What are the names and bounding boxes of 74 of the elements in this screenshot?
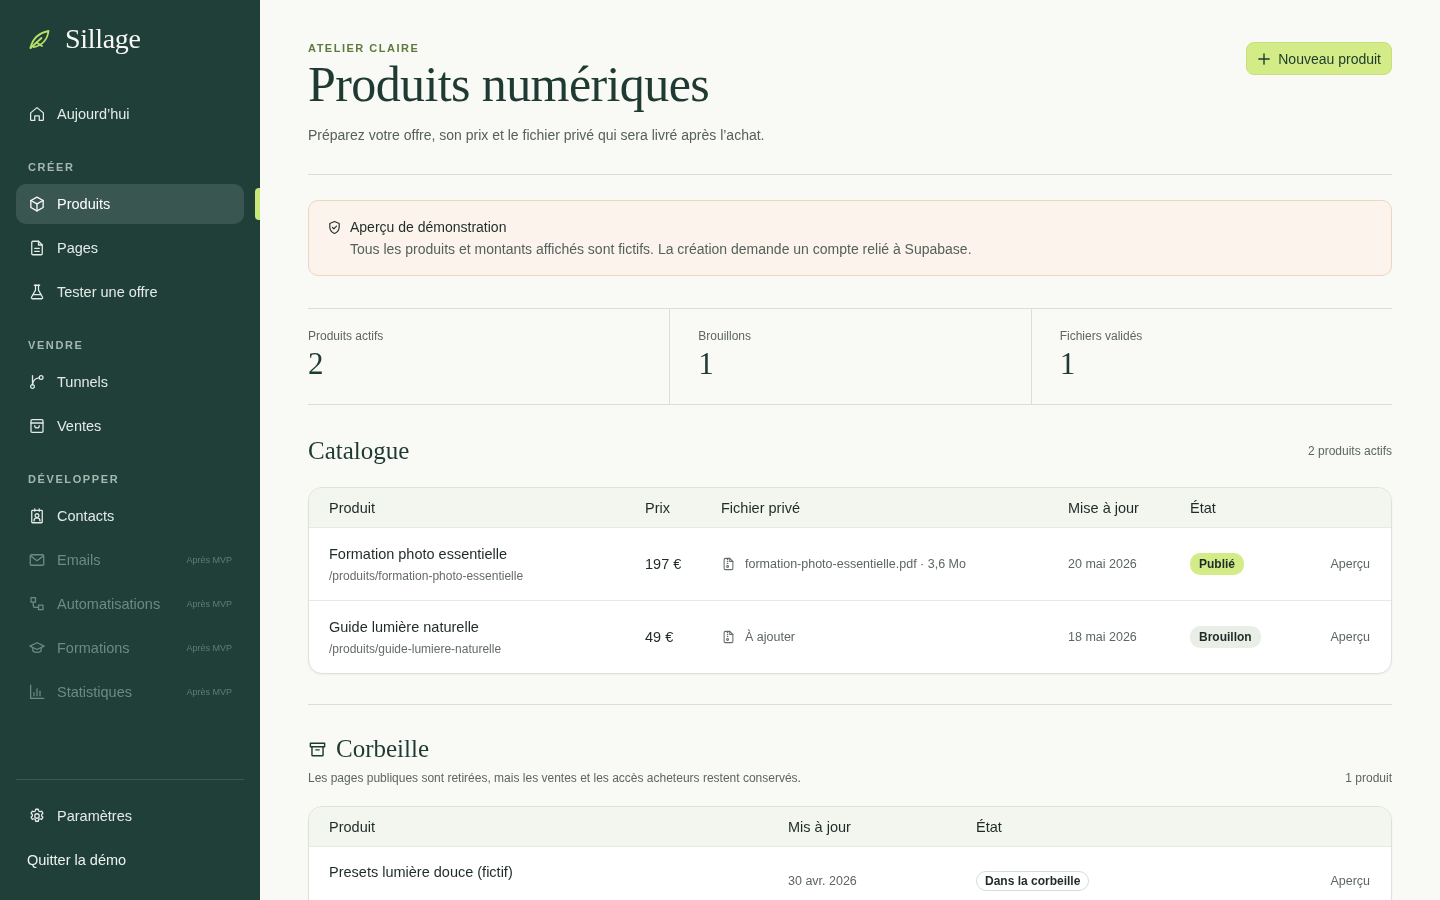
product-name: Formation photo essentielle (329, 544, 509, 564)
price: 197 € (645, 556, 683, 572)
update-date: 18 mai 2026 (1068, 629, 1138, 645)
brand-name: Sillage (65, 23, 141, 55)
archive-icon (308, 739, 327, 759)
bag-icon (28, 417, 46, 435)
column-header: Produit (329, 499, 376, 516)
envelope-icon (28, 551, 46, 569)
plus-icon (1258, 52, 1271, 65)
column-header: État (976, 818, 1003, 835)
contact-card-icon (28, 507, 46, 525)
update-date: 20 mai 2026 (1068, 556, 1138, 572)
status-badge: Publié (1190, 553, 1244, 575)
stat-value: 1 (1059, 346, 1077, 382)
column-header: Mise à jour (1068, 499, 1140, 516)
page-title: Produits numériques (308, 58, 711, 110)
column-header: Mis à jour (788, 818, 852, 835)
section-count: 1 produit (1345, 771, 1392, 785)
preview-link[interactable]: Aperçu (1330, 630, 1370, 644)
column-header: État (1190, 499, 1217, 516)
workspace-label: ATELIER CLAIRE (308, 41, 421, 55)
zip-file-icon (721, 556, 736, 572)
stat-label: Brouillons (698, 328, 753, 344)
status-badge: Dans la corbeille (976, 871, 1090, 891)
stat-value: 1 (698, 346, 715, 382)
product-path: /produits/guide-lumiere-naturelle (329, 640, 503, 658)
column-header: Fichier privé (721, 499, 801, 516)
nav-item[interactable]: Pages (16, 228, 244, 268)
nav-item[interactable]: Paramètres (16, 796, 244, 836)
nav-section-label: VENDRE (27, 338, 85, 353)
section-title: Corbeille (336, 734, 430, 764)
document-icon (28, 239, 46, 257)
stat-label: Produits actifs (308, 328, 385, 344)
nav-section-label: CRÉER (27, 160, 76, 175)
product-name: Guide lumière naturelle (329, 617, 480, 637)
settings-icon (28, 807, 46, 825)
column-header: Prix (645, 499, 671, 516)
nav-item[interactable]: Contacts (16, 496, 244, 536)
zip-file-icon (721, 629, 736, 645)
nav-section-label: DÉVELOPPER (27, 472, 121, 487)
nav-item[interactable]: Tester une offre (16, 272, 244, 312)
product-name: Presets lumière douce (fictif) (329, 863, 514, 882)
home-icon (28, 105, 46, 123)
new-product-button[interactable]: Nouveau produit (1246, 42, 1392, 75)
bar-chart-icon (28, 683, 46, 701)
stat-label: Fichiers validés (1059, 328, 1144, 344)
file-name: formation-photo-essentielle.pdf · 3,6 Mo (745, 557, 966, 571)
status-badge: Brouillon (1190, 626, 1261, 648)
section-count: 2 produits actifs (1307, 444, 1392, 458)
nav-item[interactable]: Produits (16, 184, 244, 224)
nav-item[interactable]: Tunnels (16, 362, 244, 402)
product-path: /produits/formation-photo-essentielle (329, 567, 525, 585)
preview-link[interactable]: Aperçu (1330, 557, 1370, 571)
preview-link[interactable]: Aperçu (1330, 874, 1370, 888)
price: 49 € (645, 629, 675, 645)
section-description: Les pages publiques sont retirées, mais les ventes et les accès acheteurs restent conservés. (308, 770, 801, 786)
update-date: 30 avr. 2026 (788, 873, 858, 889)
stat-value: 2 (308, 346, 325, 382)
branch-icon (28, 373, 46, 391)
page-subtitle: Préparez votre offre, son prix et le fichier privé qui sera livré après l’achat. (308, 126, 765, 144)
shield-check-icon (327, 220, 342, 235)
flask-icon (28, 283, 46, 301)
cube-icon (28, 195, 46, 213)
nav-item[interactable]: Quitter la démo (16, 840, 244, 880)
workflow-icon (28, 595, 46, 613)
notice-title: Aperçu de démonstration (350, 218, 508, 237)
column-header: Produit (329, 818, 376, 835)
active-indicator (255, 188, 260, 220)
file-name: À ajouter (745, 630, 796, 644)
section-title: Catalogue (308, 436, 410, 466)
notice-text: Tous les produits et montants affichés sont fictifs. La création demande un compte relié à Supabase. (350, 240, 972, 259)
nav-item[interactable]: Aujourd’hui (16, 94, 244, 134)
nav-item[interactable]: Ventes (16, 406, 244, 446)
leaf-icon (27, 27, 52, 51)
